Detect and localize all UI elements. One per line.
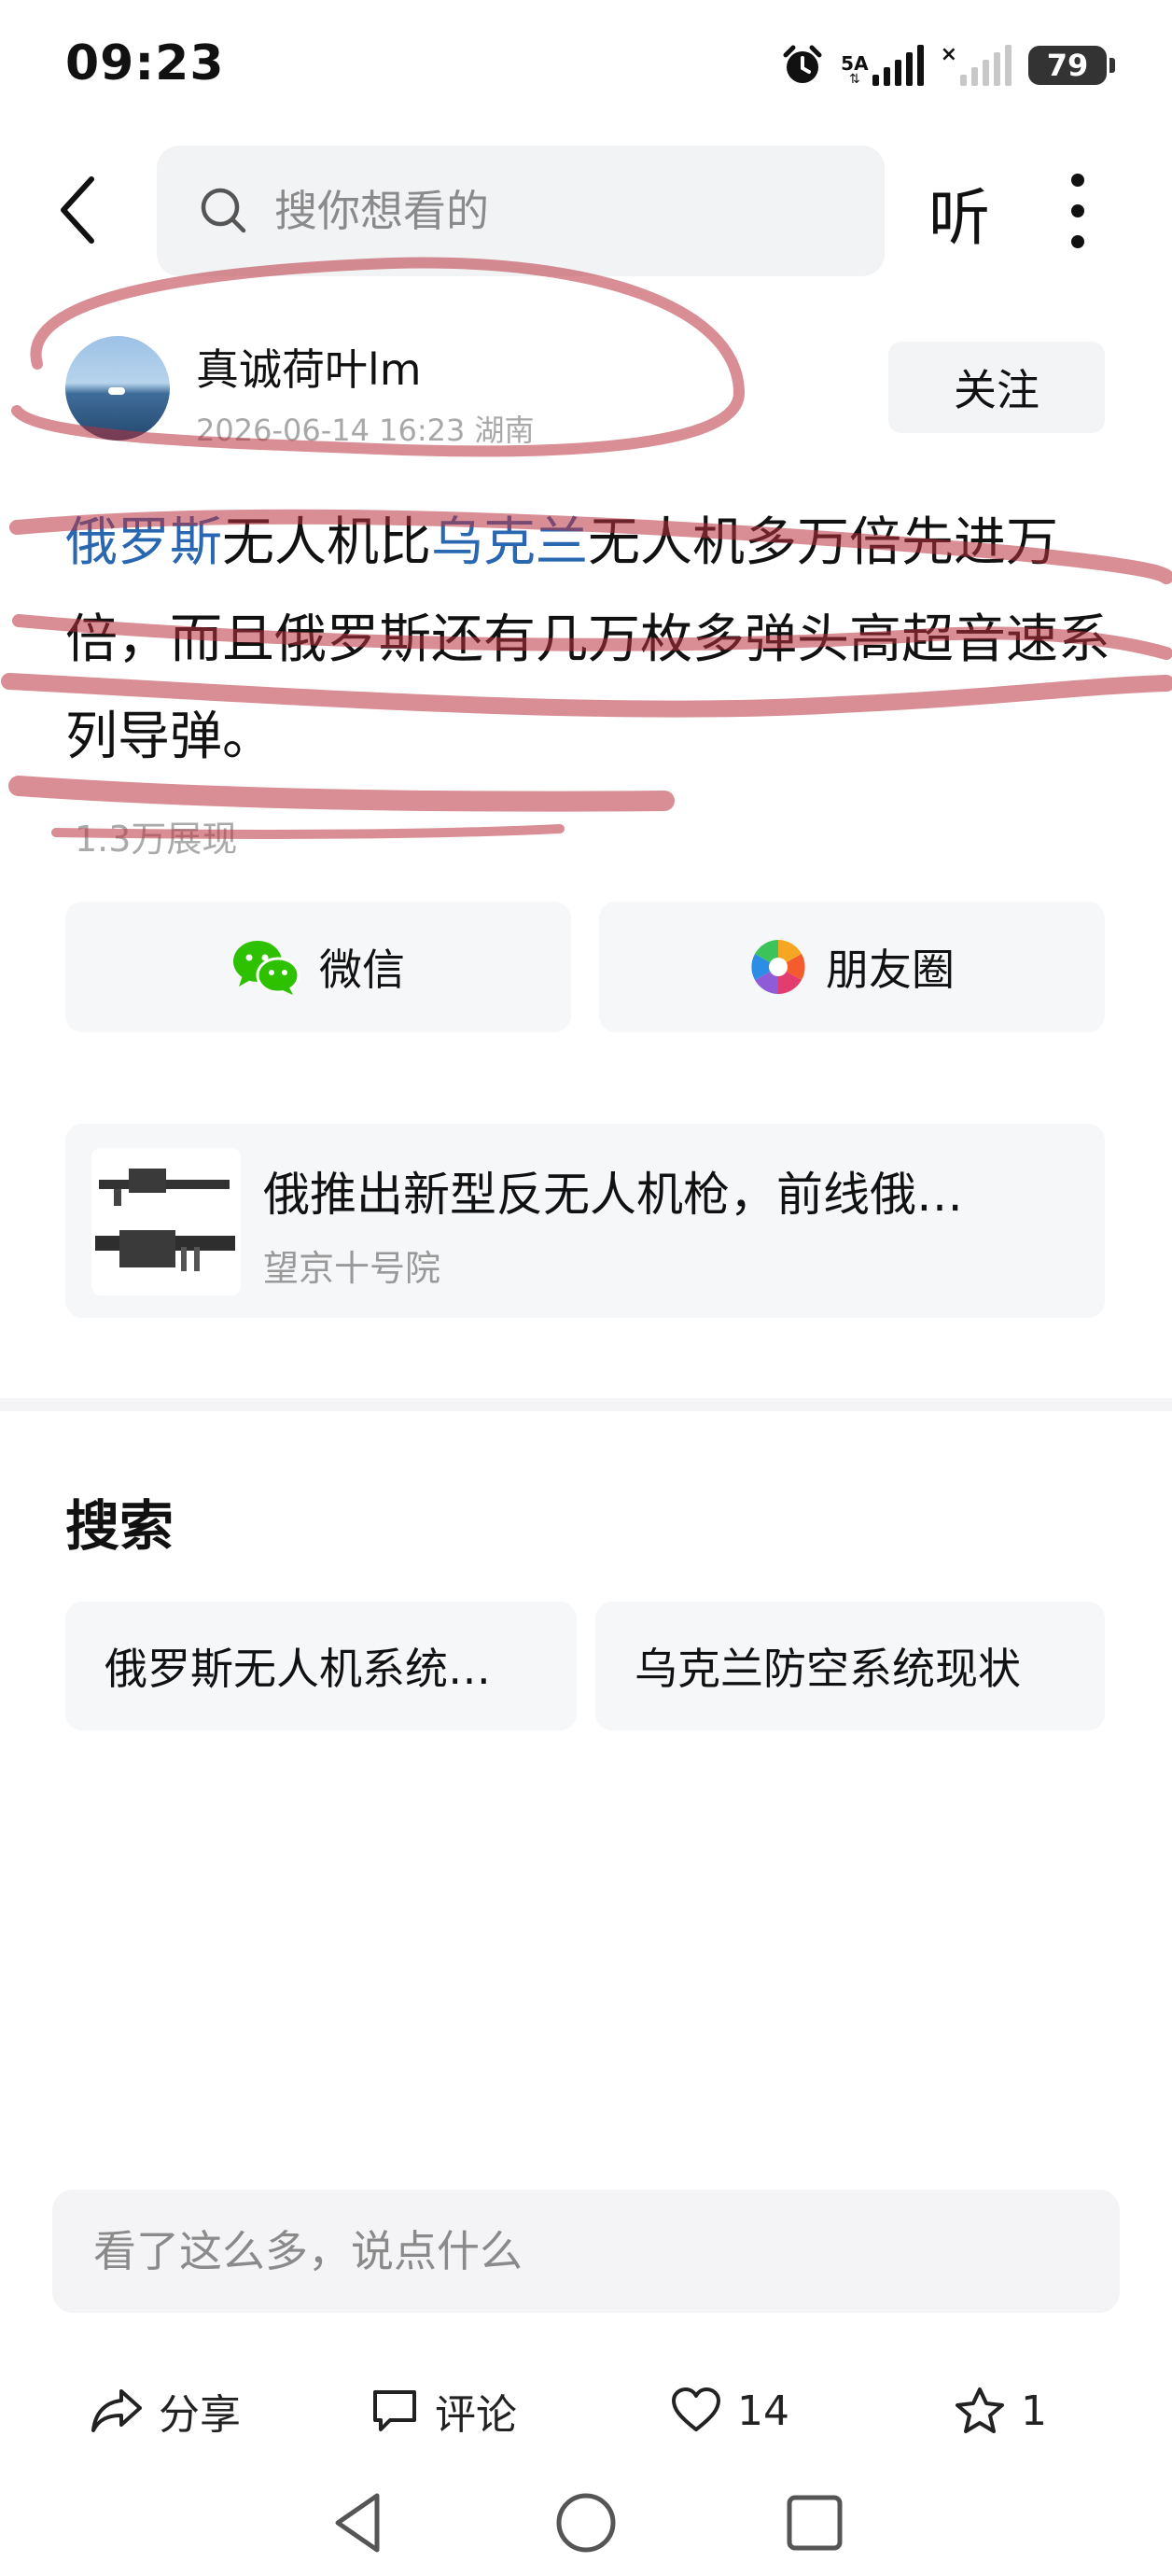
status-icons: 5A ⇅ × 79 [781,39,1115,91]
status-time: 09:23 [65,35,225,91]
share-moments-button[interactable]: 朋友圈 [599,902,1105,1032]
share-wechat-button[interactable]: 微信 [65,902,571,1032]
triangle-back-icon [335,2493,380,2553]
circle-home-icon [556,2493,616,2553]
battery-level: 79 [1046,48,1089,83]
more-dot-icon [1071,235,1084,248]
comment-box[interactable] [52,2190,1120,2313]
related-article-title: 俄推出新型反无人机枪，前线俄… [263,1168,963,1222]
wechat-icon [233,941,300,995]
more-dot-icon [1071,204,1084,217]
share-moments-label: 朋友圈 [826,945,955,995]
alarm-icon [783,45,822,83]
square-recents-icon [787,2495,843,2551]
comment-input[interactable] [91,2225,1028,2277]
nav-back-button[interactable] [325,2490,390,2555]
like-button[interactable]: 14 [670,2378,789,2443]
share-button[interactable]: 分享 [90,2378,241,2443]
favorite-count: 1 [1021,2387,1047,2435]
heart-icon [672,2387,720,2431]
related-article-thumbnail [91,1148,241,1295]
nav-home-button[interactable] [553,2490,619,2555]
avatar-boat-shape [108,387,125,395]
share-wechat-label: 微信 [319,945,405,995]
view-count: 1.3万展现 [75,819,238,860]
post-text-segment: 无人机比 [222,512,431,573]
search-bar[interactable] [157,146,885,276]
nav-recents-button[interactable] [782,2490,847,2555]
post-timestamp-location: 2026-06-14 16:23 湖南 [196,413,535,448]
search-icon [201,188,246,233]
moments-aperture-icon [751,940,805,994]
favorite-button[interactable]: 1 [954,2378,1047,2443]
post-content: 俄罗斯无人机比乌克兰无人机多万倍先进万倍，而且俄罗斯还有几万枚多弹头高超音速系列… [65,495,1110,786]
more-menu-button[interactable] [1054,174,1101,248]
network-type-label: 5A [841,52,869,75]
search-section-heading: 搜索 [65,1494,174,1558]
back-button[interactable] [47,168,112,252]
search-suggestion-chip[interactable]: 俄罗斯无人机系统… [65,1602,577,1730]
signal-weak-icon [960,45,1012,86]
more-dot-icon [1071,174,1084,187]
share-arrow-icon [91,2389,142,2432]
author-name[interactable]: 真诚荷叶lm [196,336,422,398]
comment-bubble-icon [373,2390,416,2431]
post-link-russia[interactable]: 俄罗斯 [65,512,222,573]
signal-strength-icon [872,45,924,86]
search-input[interactable] [272,185,836,237]
battery-icon: 79 [1028,46,1115,85]
chevron-left-icon [61,176,94,244]
like-count: 14 [737,2387,789,2435]
post-link-ukraine[interactable]: 乌克兰 [431,512,588,573]
related-article-card[interactable]: 俄推出新型反无人机枪，前线俄… 望京十号院 [65,1124,1105,1318]
related-article-source: 望京十号院 [263,1248,441,1289]
share-label: 分享 [159,2391,241,2439]
comment-button[interactable]: 评论 [370,2378,517,2443]
comment-label: 评论 [435,2391,517,2439]
follow-button[interactable]: 关注 [888,342,1105,433]
search-suggestion-chip[interactable]: 乌克兰防空系统现状 [595,1602,1105,1730]
listen-button[interactable]: 听 [928,168,990,258]
author-avatar[interactable] [65,336,170,441]
star-icon [956,2387,1004,2433]
section-divider [0,1398,1172,1411]
